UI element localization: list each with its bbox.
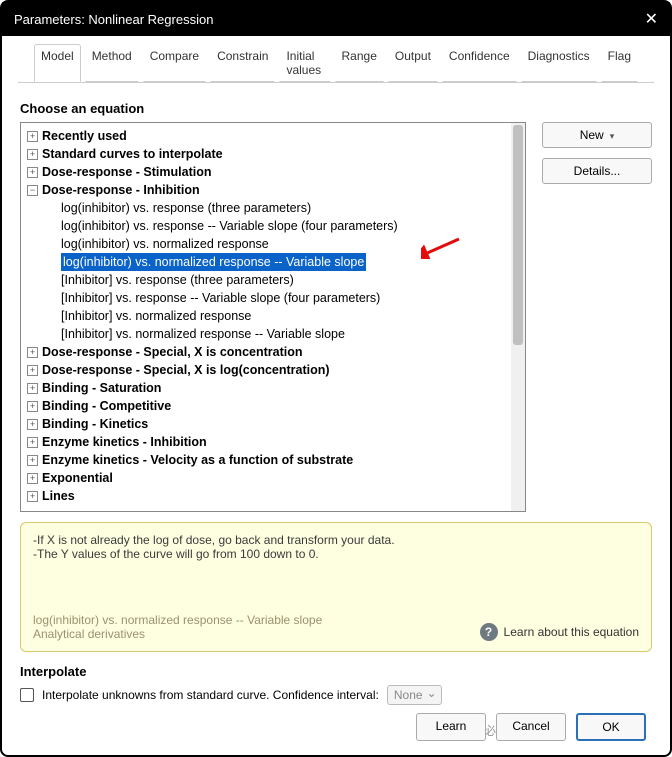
new-button[interactable]: New — [542, 122, 652, 148]
learn-button[interactable]: Learn — [416, 713, 486, 741]
tree-category-label[interactable]: Binding - Kinetics — [42, 415, 148, 433]
scrollbar-thumb[interactable] — [513, 125, 523, 345]
tree-category-label[interactable]: Recently used — [42, 127, 127, 145]
title-bar: Parameters: Nonlinear Regression ✕ — [2, 2, 670, 36]
tab-model[interactable]: Model — [34, 44, 81, 82]
tab-flag[interactable]: Flag — [601, 44, 638, 82]
tab-method[interactable]: Method — [85, 44, 139, 82]
tree-category-label[interactable]: Dose-response - Stimulation — [42, 163, 211, 181]
tree-category-label[interactable]: Lines — [42, 487, 75, 505]
tab-range[interactable]: Range — [335, 44, 384, 82]
window-title: Parameters: Nonlinear Regression — [14, 12, 213, 27]
tree-category[interactable]: + Enzyme kinetics - Inhibition — [27, 433, 519, 451]
tree-equation-label[interactable]: [Inhibitor] vs. normalized response — [61, 307, 251, 325]
tab-strip: ModelMethodCompareConstrainInitial value… — [18, 36, 654, 82]
expand-icon[interactable]: + — [27, 347, 38, 358]
learn-about-equation-link[interactable]: ? Learn about this equation — [480, 623, 639, 641]
expand-icon[interactable]: + — [27, 473, 38, 484]
choose-equation-heading: Choose an equation — [20, 101, 652, 116]
tree-category[interactable]: + Binding - Competitive — [27, 397, 519, 415]
equation-info-box: -If X is not already the log of dose, go… — [20, 522, 652, 652]
ok-button[interactable]: OK — [576, 713, 646, 741]
expand-icon[interactable]: + — [27, 437, 38, 448]
tree-equation-item[interactable]: [Inhibitor] vs. response -- Variable slo… — [27, 289, 519, 307]
tree-category-label[interactable]: Standard curves to interpolate — [42, 145, 223, 163]
expand-icon[interactable]: + — [27, 167, 38, 178]
tree-category[interactable]: + Binding - Kinetics — [27, 415, 519, 433]
equation-name: log(inhibitor) vs. normalized response -… — [33, 613, 480, 641]
tree-equation-item[interactable]: log(inhibitor) vs. normalized response -… — [27, 253, 519, 271]
tree-category-label[interactable]: Dose-response - Inhibition — [42, 181, 200, 199]
tree-equation-label[interactable]: [Inhibitor] vs. response -- Variable slo… — [61, 289, 380, 307]
tree-equation-label[interactable]: log(inhibitor) vs. response (three param… — [61, 199, 311, 217]
expand-icon[interactable]: + — [27, 491, 38, 502]
tree-equation-item[interactable]: [Inhibitor] vs. response (three paramete… — [27, 271, 519, 289]
tree-category-label[interactable]: Enzyme kinetics - Inhibition — [42, 433, 207, 451]
cancel-button[interactable]: Cancel — [496, 713, 566, 741]
confidence-interval-select[interactable]: None — [387, 685, 442, 705]
details-button[interactable]: Details... — [542, 158, 652, 184]
tree-category-label[interactable]: Exponential — [42, 469, 113, 487]
expand-icon[interactable]: + — [27, 455, 38, 466]
help-icon: ? — [480, 623, 498, 641]
tree-equation-item[interactable]: [Inhibitor] vs. normalized response — [27, 307, 519, 325]
expand-icon[interactable]: + — [27, 383, 38, 394]
tree-category[interactable]: + Dose-response - Stimulation — [27, 163, 519, 181]
expand-icon[interactable]: + — [27, 401, 38, 412]
tab-constrain[interactable]: Constrain — [210, 44, 275, 82]
tree-equation-label[interactable]: [Inhibitor] vs. response (three paramete… — [61, 271, 294, 289]
tree-equation-item[interactable]: [Inhibitor] vs. normalized response -- V… — [27, 325, 519, 343]
equation-tree: + Recently used + Standard curves to interp… — [20, 122, 526, 512]
expand-icon[interactable]: + — [27, 149, 38, 160]
tree-equation-item[interactable]: log(inhibitor) vs. response -- Variable … — [27, 217, 519, 235]
close-icon[interactable]: ✕ — [645, 9, 658, 29]
tab-initial-values[interactable]: Initial values — [279, 44, 330, 82]
tree-category-label[interactable]: Enzyme kinetics - Velocity as a function… — [42, 451, 353, 469]
tab-compare[interactable]: Compare — [143, 44, 206, 82]
tree-category[interactable]: + Binding - Saturation — [27, 379, 519, 397]
interpolate-checkbox[interactable] — [20, 688, 34, 702]
tree-equation-item[interactable]: log(inhibitor) vs. normalized response — [27, 235, 519, 253]
tree-category[interactable]: + Standard curves to interpolate — [27, 145, 519, 163]
tree-category[interactable]: −Dose-response - Inhibition — [27, 181, 519, 199]
tree-category-label[interactable]: Dose-response - Special, X is log(concen… — [42, 361, 330, 379]
tree-equation-label[interactable]: log(inhibitor) vs. normalized response -… — [61, 253, 366, 271]
tree-scrollbar[interactable] — [511, 123, 525, 511]
equation-note: -If X is not already the log of dose, go… — [33, 533, 639, 561]
tree-category-label[interactable]: Dose-response - Special, X is concentrat… — [42, 343, 303, 361]
tree-category[interactable]: + Exponential — [27, 469, 519, 487]
tree-category[interactable]: + Dose-response - Special, X is concentra… — [27, 343, 519, 361]
expand-icon[interactable]: + — [27, 131, 38, 142]
tab-confidence[interactable]: Confidence — [442, 44, 517, 82]
tree-category-label[interactable]: Binding - Saturation — [42, 379, 161, 397]
interpolate-label: Interpolate unknowns from standard curve… — [42, 688, 379, 702]
tree-equation-label[interactable]: [Inhibitor] vs. normalized response -- V… — [61, 325, 345, 343]
tree-category[interactable]: + Dose-response - Special, X is log(conce… — [27, 361, 519, 379]
expand-icon[interactable]: + — [27, 419, 38, 430]
collapse-icon[interactable]: − — [27, 185, 38, 196]
tree-category[interactable]: + Recently used — [27, 127, 519, 145]
tree-category-label[interactable]: Binding - Competitive — [42, 397, 171, 415]
tree-equation-item[interactable]: log(inhibitor) vs. response (three param… — [27, 199, 519, 217]
tree-equation-label[interactable]: log(inhibitor) vs. response -- Variable … — [61, 217, 398, 235]
interpolate-heading: Interpolate — [20, 664, 652, 679]
tree-category[interactable]: + Enzyme kinetics - Velocity as a functio… — [27, 451, 519, 469]
tab-output[interactable]: Output — [388, 44, 438, 82]
tab-diagnostics[interactable]: Diagnostics — [521, 44, 597, 82]
tree-equation-label[interactable]: log(inhibitor) vs. normalized response — [61, 235, 269, 253]
tree-category[interactable]: + Lines — [27, 487, 519, 505]
expand-icon[interactable]: + — [27, 365, 38, 376]
